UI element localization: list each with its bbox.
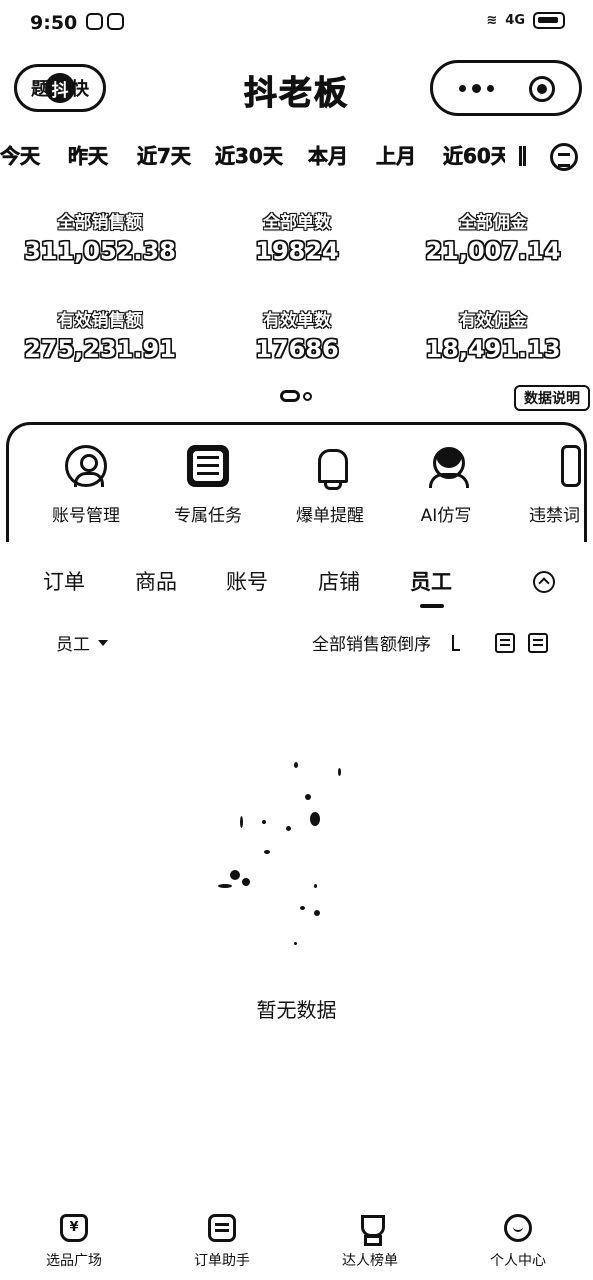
stat-label: 全部单数 xyxy=(263,213,331,233)
tool-label: 专属任务 xyxy=(174,506,242,526)
sort-selector[interactable]: 全部销售额倒序 xyxy=(312,630,431,655)
task-list-icon xyxy=(187,445,229,487)
more-icon[interactable] xyxy=(459,84,494,93)
pager-dot-active[interactable] xyxy=(280,390,300,402)
date-tab-today[interactable]: 今天 xyxy=(0,140,40,169)
nav-influencer-ranking[interactable]: 达人榜单 xyxy=(310,1214,430,1270)
ai-avatar-icon xyxy=(425,445,469,488)
stat-label: 有效单数 xyxy=(263,311,331,331)
sort-order-icon[interactable] xyxy=(452,635,462,651)
stat-total-orders: 全部单数 19824 xyxy=(197,208,397,265)
caret-down-icon xyxy=(98,639,108,646)
nav-label: 个人中心 xyxy=(490,1253,546,1269)
mini-program-capsule xyxy=(430,60,582,116)
empty-state-text: 暂无数据 xyxy=(256,998,337,1022)
stat-value: 311,052.38 xyxy=(24,237,176,265)
yen-bag-icon: ¥ xyxy=(60,1214,88,1242)
tab-staff[interactable]: 员工 xyxy=(410,566,452,596)
tool-ai-rewrite[interactable]: AI仿写 xyxy=(391,445,501,526)
app-notification-icon xyxy=(86,13,103,30)
nav-label: 达人榜单 xyxy=(342,1253,398,1269)
nav-product-plaza[interactable]: ¥ 选品广场 xyxy=(14,1214,134,1270)
nav-label: 订单助手 xyxy=(194,1253,250,1269)
stat-value: 275,231.91 xyxy=(24,335,176,363)
stat-label: 有效佣金 xyxy=(459,311,527,331)
tool-label: 账号管理 xyxy=(52,506,120,526)
empty-state-illustration xyxy=(210,750,360,950)
active-tab-indicator xyxy=(420,604,444,608)
tool-banned-words[interactable]: 违禁词 xyxy=(517,445,584,526)
date-tab-yesterday[interactable]: 昨天 xyxy=(68,140,109,169)
stat-value: 19824 xyxy=(255,237,339,265)
group-dropdown-value: 员工 xyxy=(56,635,90,655)
nav-order-assistant[interactable]: 订单助手 xyxy=(162,1214,282,1270)
tab-products[interactable]: 商品 xyxy=(135,566,177,596)
stat-value: 18,491.13 xyxy=(425,335,561,363)
bell-icon xyxy=(309,445,351,490)
tool-account-management[interactable]: 账号管理 xyxy=(31,445,141,526)
stat-value: 17686 xyxy=(255,335,339,363)
date-tab-7days[interactable]: 近7天 xyxy=(137,140,192,169)
trophy-icon xyxy=(356,1214,385,1246)
tool-label: AI仿写 xyxy=(420,506,472,526)
battery-icon xyxy=(533,12,565,29)
stat-valid-orders: 有效单数 17686 xyxy=(197,306,397,363)
status-time: 9:50 xyxy=(30,12,78,34)
stat-value: 21,007.14 xyxy=(425,237,561,265)
quick-tools-card: 账号管理 专属任务 爆单提醒 AI仿写 违禁词 xyxy=(6,422,587,542)
nav-label: 选品广场 xyxy=(46,1253,102,1269)
date-tab-this-month[interactable]: 本月 xyxy=(308,140,349,169)
stat-valid-sales: 有效销售额 275,231.91 xyxy=(0,306,200,363)
collapse-chevron-icon[interactable] xyxy=(533,571,555,593)
stat-label: 全部佣金 xyxy=(459,213,527,233)
stat-total-commission: 全部佣金 21,007.14 xyxy=(393,208,593,265)
stat-label: 有效销售额 xyxy=(57,311,143,331)
status-indicators: ≋ 4G xyxy=(486,12,565,29)
notification-icons xyxy=(86,13,124,30)
bottom-navigation: ¥ 选品广场 订单助手 达人榜单 个人中心 xyxy=(0,1200,593,1280)
user-icon xyxy=(65,445,107,487)
detail-view-icon[interactable] xyxy=(528,633,548,653)
list-view-icon[interactable] xyxy=(495,633,515,653)
ban-word-icon xyxy=(561,445,581,487)
tab-orders[interactable]: 订单 xyxy=(43,566,85,596)
app-notification-icon xyxy=(107,13,124,30)
tool-label: 爆单提醒 xyxy=(296,506,364,526)
tool-hot-order-alert[interactable]: 爆单提醒 xyxy=(275,445,385,526)
nav-profile[interactable]: 个人中心 xyxy=(458,1214,578,1270)
app-header: 题 抖 快 抖老板 xyxy=(0,52,593,124)
wifi-icon: ≋ xyxy=(486,13,498,28)
close-mini-program-icon[interactable] xyxy=(529,76,555,102)
stats-pager xyxy=(280,390,312,402)
network-type: 4G xyxy=(505,13,525,28)
date-tab-30days[interactable]: 近30天 xyxy=(215,140,283,169)
tool-exclusive-tasks[interactable]: 专属任务 xyxy=(153,445,263,526)
pager-dot[interactable] xyxy=(303,391,312,401)
date-tab-last-month[interactable]: 上月 xyxy=(376,140,417,169)
chat-smile-icon xyxy=(504,1214,532,1242)
data-explain-button[interactable]: 数据说明 xyxy=(514,385,590,411)
tab-shops[interactable]: 店铺 xyxy=(318,566,360,596)
stat-total-sales: 全部销售额 311,052.38 xyxy=(0,208,200,265)
date-tab-60days[interactable]: 近60天 xyxy=(443,140,505,169)
stat-label: 全部销售额 xyxy=(57,213,143,233)
tabs-divider xyxy=(519,146,526,166)
tool-label: 违禁词 xyxy=(529,506,580,526)
date-range-tabs: 今天 昨天 近7天 近30天 本月 上月 近60天 xyxy=(0,140,593,174)
status-bar: 9:50 ≋ 4G xyxy=(0,0,593,48)
stat-valid-commission: 有效佣金 18,491.13 xyxy=(393,306,593,363)
order-icon xyxy=(208,1214,236,1242)
category-tabs: 订单 商品 账号 店铺 员工 xyxy=(0,566,593,616)
filter-row: 员工 全部销售额倒序 xyxy=(0,630,593,660)
group-dropdown[interactable]: 员工 xyxy=(56,630,108,655)
tab-accounts[interactable]: 账号 xyxy=(226,566,268,596)
calendar-icon[interactable] xyxy=(550,143,578,171)
